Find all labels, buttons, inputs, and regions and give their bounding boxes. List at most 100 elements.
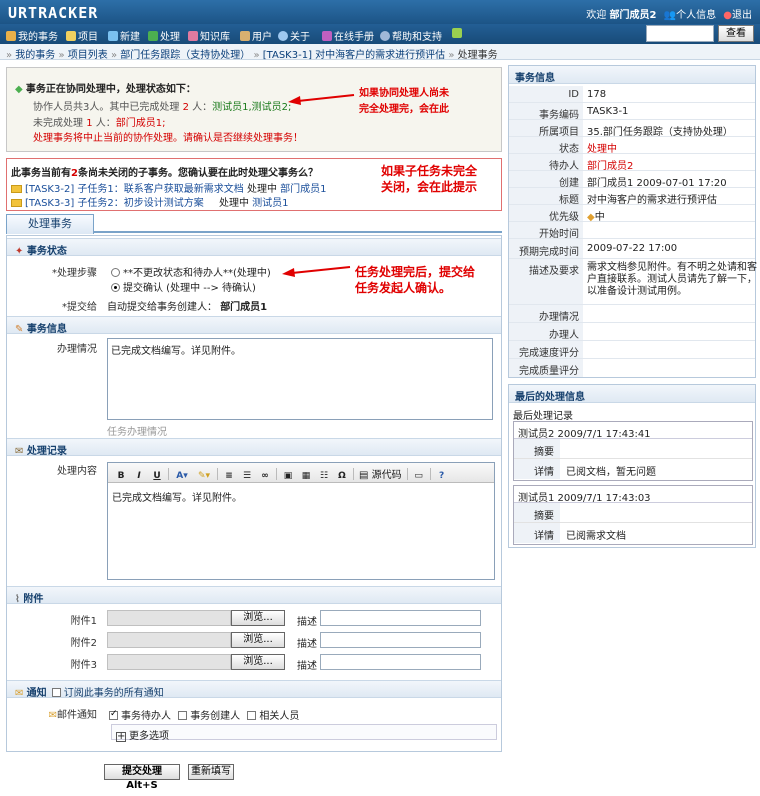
help-button[interactable]: ? — [434, 468, 450, 482]
nav-knowledge[interactable]: 知识库 — [188, 28, 230, 43]
desc-input[interactable] — [320, 632, 481, 648]
info-row: 预期完成时间 2009-07-22 17:00 — [509, 239, 755, 259]
submit-to-value: 自动提交给事务创建人： 部门成员1 — [107, 302, 268, 313]
subtask-link-2[interactable]: [TASK3-3] 子任务2：初步设计测试方案 — [25, 198, 204, 209]
new-icon — [108, 31, 118, 41]
nav-users[interactable]: 用户 — [240, 28, 272, 43]
desc-label: 描述 — [297, 661, 317, 672]
nav-new[interactable]: 新建 — [108, 28, 140, 43]
font-color-button[interactable]: A▾ — [172, 468, 192, 482]
status-value: 处理中 — [587, 144, 617, 155]
subscribe-checkbox[interactable] — [51, 688, 61, 697]
process-record: 测试员2 2009/7/1 17:43:41 摘要 详情 已阅文档，暂无问题 — [513, 421, 753, 481]
notify-related-checkbox[interactable] — [247, 711, 257, 720]
current-user: 部门成员2 — [609, 10, 657, 21]
attach-file-input[interactable] — [107, 610, 231, 626]
info-row: 状态 处理中 — [509, 137, 755, 155]
notify-assignee-checkbox[interactable] — [109, 709, 118, 720]
info-row: 办理情况 — [509, 305, 755, 323]
image-button[interactable]: ▣ — [280, 468, 296, 482]
section-info: ✎ 事务信息 — [7, 316, 501, 335]
crumb-task[interactable]: [TASK3-1] 对中海客户的需求进行预评估 — [263, 50, 445, 61]
welcome-text: 欢迎 — [586, 10, 607, 21]
crumb-my-tasks[interactable]: 我的事务 — [15, 50, 55, 61]
logout-link[interactable]: 退出 — [732, 10, 752, 21]
submit-button[interactable]: 提交处理 Alt+S — [104, 764, 180, 791]
nav-star[interactable] — [452, 28, 464, 40]
submit-to-label: *提交给 — [62, 302, 97, 313]
browse-button[interactable]: 浏览... — [231, 654, 285, 670]
desc-input[interactable] — [320, 610, 481, 626]
folder-icon — [11, 185, 22, 193]
desc-input[interactable] — [320, 654, 481, 670]
annotation-coop-2: 完全处理完，会在此 — [359, 104, 449, 115]
section-status: ✦ 事务状态 — [7, 238, 501, 257]
option-no-change[interactable]: **不更改状态和待办人**(处理中) — [111, 264, 271, 279]
annotation-submit-2: 任务发起人确认。 — [355, 281, 452, 295]
ordered-list-button[interactable]: ≡ — [221, 468, 237, 482]
radio-no-change[interactable] — [111, 268, 120, 277]
nav-my-tasks[interactable]: 我的事务 — [6, 28, 58, 43]
project-icon — [66, 31, 76, 41]
profile-link[interactable]: 个人信息 — [676, 10, 716, 21]
italic-button[interactable]: I — [131, 468, 147, 482]
annotation-coop-1: 如果协同处理人尚未 — [359, 88, 449, 99]
form-actions: 提交处理 Alt+S 重新填写 — [6, 752, 502, 792]
nav-process[interactable]: 处理 — [148, 28, 180, 43]
bold-button[interactable]: B — [113, 468, 129, 482]
search-button[interactable]: 查看 — [718, 25, 754, 42]
link-button[interactable]: ∞ — [257, 468, 273, 482]
attach-label: 附件2 — [70, 638, 97, 649]
handle-textarea[interactable]: 已完成文档编写。详见附件。 — [107, 338, 493, 420]
handle-label: 办理情况 — [57, 344, 97, 355]
browse-button[interactable]: 浏览... — [231, 610, 285, 626]
underline-button[interactable]: U — [149, 468, 165, 482]
attach-file-input[interactable] — [107, 632, 231, 648]
more-options[interactable]: + 更多选项 — [111, 724, 497, 742]
content-label: 处理内容 — [57, 466, 97, 477]
unordered-list-button[interactable]: ☰ — [239, 468, 255, 482]
table-button[interactable]: ▦ — [298, 468, 314, 482]
crumb-project[interactable]: 部门任务跟踪（支持协处理） — [120, 50, 250, 61]
search-input[interactable] — [646, 25, 714, 42]
crumb-projects[interactable]: 项目列表 — [68, 50, 108, 61]
coop-status-box: ◆ 事务正在协同处理中，处理状态如下： 协作人员共3人。其中已完成处理 2 人：… — [6, 67, 502, 152]
info-row: 待办人 部门成员2 — [509, 154, 755, 172]
home-icon — [6, 31, 16, 41]
mail-icon: ✉ — [15, 688, 24, 699]
knowledge-icon — [188, 31, 198, 41]
users-icon — [240, 31, 250, 41]
section-record: ✉ 处理记录 — [7, 438, 501, 457]
info-icon — [278, 31, 288, 41]
radio-submit-confirm[interactable] — [111, 283, 120, 292]
step-label: *处理步骤 — [52, 268, 97, 279]
tab-process[interactable]: 处理事务 — [6, 214, 94, 234]
notify-creator-checkbox[interactable] — [178, 711, 188, 720]
info-row: 描述及要求 需求文档参见附件。有不明之处请和客 户直接联系。测试人员请先了解一下，… — [509, 259, 757, 305]
source-button[interactable]: ▤ 源代码 — [356, 466, 405, 481]
attach-file-input[interactable] — [107, 654, 231, 670]
nav-help[interactable]: 帮助和支持 — [380, 28, 442, 43]
nav-about[interactable]: 关于 — [278, 28, 310, 43]
fullscreen-button[interactable]: ▭ — [411, 468, 427, 482]
editor-toolbar: B I U A▾ ✎▾ ≡ ☰ ∞ ▣ ▦ ☷ Ω ▤ 源代码 ▭? — [108, 463, 494, 483]
subtask-row: [TASK3-2] 子任务1：联系客户获取最新需求文档 处理中 部门成员1 — [11, 180, 327, 195]
coop-done-line: 协作人员共3人。其中已完成处理 2 人：测试员1,测试员2; — [33, 102, 292, 113]
nav-manual[interactable]: 在线手册 — [322, 28, 374, 43]
info-row: 所属项目 35.部门任务跟踪（支持协处理） — [509, 120, 755, 138]
editor-content[interactable]: 已完成文档编写。详见附件。 — [112, 489, 242, 504]
subtask-title: 此事务当前有2条尚未关闭的子事务。您确认要在此时处理父事务么？ — [11, 168, 318, 179]
annotation-subtask-1: 如果子任务未完全 — [381, 164, 478, 178]
info-panel: 事务信息 ID 178 事务编码 TASK3-1 所属项目 35.部门任务跟踪（支持协… — [508, 65, 757, 378]
process-form: ✦ 事务状态 *处理步骤 **不更改状态和待办人**(处理中) 提交确认 (处理… — [6, 235, 502, 752]
hr-button[interactable]: ☷ — [316, 468, 332, 482]
status-icon: ✦ — [15, 246, 24, 257]
nav-project[interactable]: 项目 — [66, 28, 98, 43]
omega-button[interactable]: Ω — [334, 468, 350, 482]
info-row: 标题 对中海客户的需求进行预评估 — [509, 188, 755, 206]
book-icon — [322, 31, 332, 41]
highlight-button[interactable]: ✎▾ — [194, 468, 214, 482]
reset-button[interactable]: 重新填写 — [188, 764, 234, 780]
option-submit-confirm[interactable]: 提交确认 (处理中 --> 待确认) — [111, 279, 256, 294]
browse-button[interactable]: 浏览... — [231, 632, 285, 648]
